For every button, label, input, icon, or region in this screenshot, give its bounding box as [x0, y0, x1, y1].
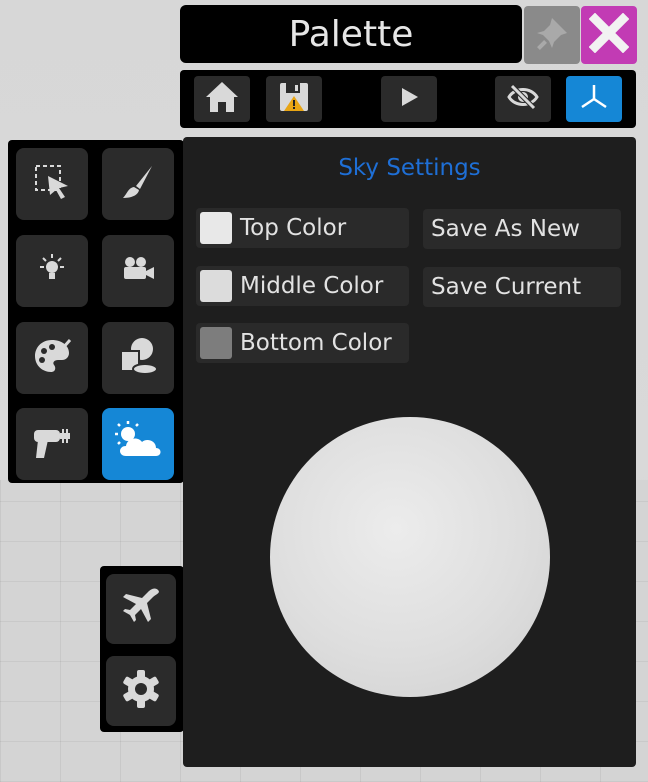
sky-settings-panel: Sky Settings Top Color Middle Color Bott…	[183, 137, 636, 767]
fly-mode-button[interactable]	[106, 574, 176, 644]
top-toolbar	[180, 70, 636, 128]
bottom-color-label: Bottom Color	[240, 330, 392, 356]
home-button[interactable]	[194, 76, 250, 122]
shapes-tool-button[interactable]	[102, 322, 174, 394]
play-icon	[397, 85, 421, 113]
save-button[interactable]	[266, 76, 322, 122]
ray-gun-tool-button[interactable]	[16, 408, 88, 480]
select-tool-button[interactable]	[16, 148, 88, 220]
palette-icon	[32, 336, 72, 380]
top-color-row[interactable]: Top Color	[196, 208, 409, 248]
ray-gun-icon	[30, 420, 74, 468]
pin-icon	[534, 15, 570, 55]
visibility-toggle-button[interactable]	[495, 76, 551, 122]
brush-tool-button[interactable]	[102, 148, 174, 220]
save-as-new-button[interactable]: Save As New	[423, 209, 621, 249]
axes-toggle-button[interactable]	[566, 76, 622, 122]
middle-color-row[interactable]: Middle Color	[196, 266, 409, 306]
weather-icon	[112, 420, 164, 468]
home-icon	[204, 80, 240, 118]
settings-button[interactable]	[106, 656, 176, 726]
save-icon	[278, 81, 310, 117]
tool-panel	[8, 140, 184, 483]
light-icon	[35, 252, 69, 290]
middle-color-swatch[interactable]	[200, 270, 232, 302]
sky-tool-button[interactable]	[102, 408, 174, 480]
palette-tool-button[interactable]	[16, 322, 88, 394]
brush-icon	[118, 162, 158, 206]
window-title: Palette	[288, 13, 414, 55]
close-button[interactable]	[581, 6, 637, 64]
light-tool-button[interactable]	[16, 235, 88, 307]
top-color-label: Top Color	[240, 215, 347, 241]
play-button[interactable]	[381, 76, 437, 122]
bottom-color-row[interactable]: Bottom Color	[196, 323, 409, 363]
save-current-button[interactable]: Save Current	[423, 267, 621, 307]
camera-icon	[120, 254, 156, 288]
secondary-tool-panel	[100, 566, 184, 732]
middle-color-label: Middle Color	[240, 273, 384, 299]
pin-button[interactable]	[524, 6, 580, 64]
shapes-icon	[117, 335, 159, 381]
gear-icon	[120, 668, 162, 714]
eye-off-icon	[507, 84, 539, 114]
bottom-color-swatch[interactable]	[200, 327, 232, 359]
airplane-icon	[120, 586, 162, 632]
camera-tool-button[interactable]	[102, 235, 174, 307]
axes-icon	[578, 81, 610, 117]
top-color-swatch[interactable]	[200, 212, 232, 244]
select-icon	[32, 162, 72, 206]
panel-title: Sky Settings	[338, 155, 481, 181]
close-icon	[588, 12, 630, 57]
sky-preview-sphere	[270, 417, 550, 697]
palette-title-bar[interactable]: Palette	[180, 5, 522, 63]
